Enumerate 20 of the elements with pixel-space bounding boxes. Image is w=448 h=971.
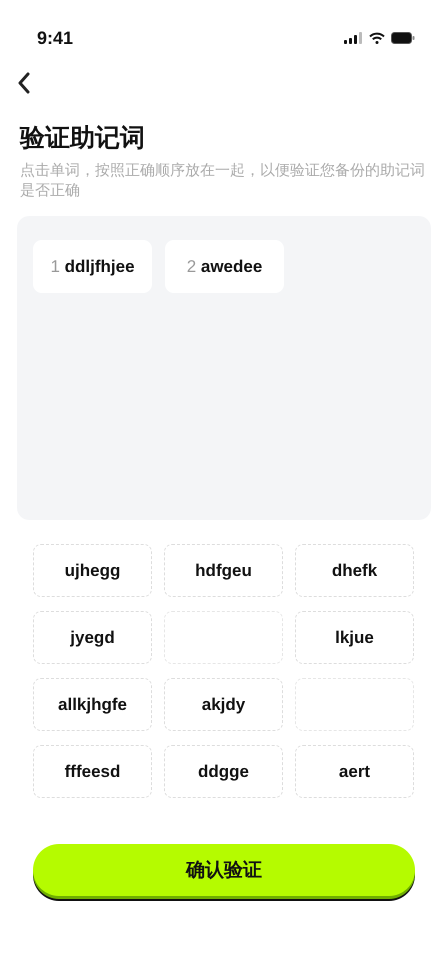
status-time: 9:41 bbox=[37, 28, 74, 48]
word-option[interactable]: lkjue bbox=[295, 611, 414, 664]
back-icon[interactable] bbox=[17, 72, 31, 94]
word-option[interactable]: jyegd bbox=[33, 611, 152, 664]
word-option[interactable]: dhefk bbox=[295, 544, 414, 597]
signal-icon bbox=[344, 32, 363, 44]
page-title: 验证助记词 bbox=[20, 122, 146, 154]
word-option[interactable]: ddgge bbox=[164, 745, 283, 798]
confirm-button[interactable]: 确认验证 bbox=[33, 844, 415, 896]
word-option[interactable]: ujhegg bbox=[33, 544, 152, 597]
word-option[interactable]: allkjhgfe bbox=[33, 678, 152, 731]
description-text: 点击单词，按照正确顺序放在一起，以便验证您备份的助记词是否正确 bbox=[20, 160, 426, 200]
word-option[interactable]: akjdy bbox=[164, 678, 283, 731]
word-option[interactable]: aert bbox=[295, 745, 414, 798]
word-option[interactable]: hdfgeu bbox=[164, 544, 283, 597]
word-option[interactable]: fffeesd bbox=[33, 745, 152, 798]
selected-word-chip[interactable]: 2 awedee bbox=[165, 240, 284, 293]
battery-icon bbox=[391, 32, 415, 44]
selected-word-chip[interactable]: 1 ddljfhjee bbox=[33, 240, 152, 293]
wifi-icon bbox=[369, 32, 385, 44]
